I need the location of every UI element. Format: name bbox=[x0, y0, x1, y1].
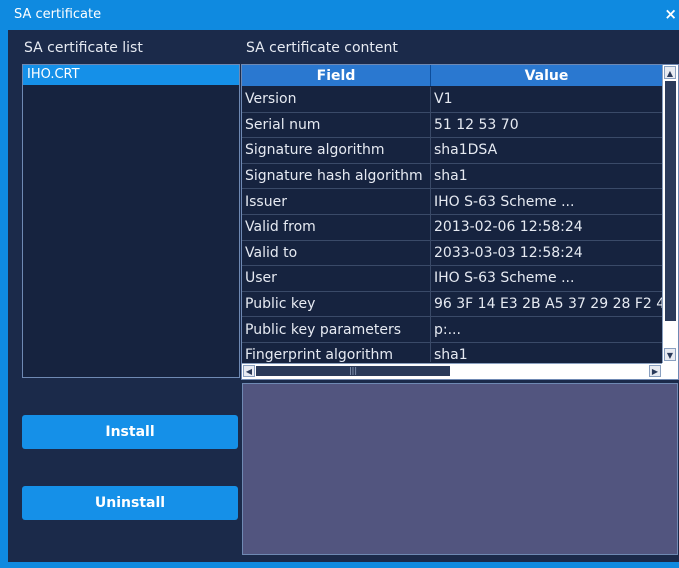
field-cell: Version bbox=[242, 87, 431, 112]
field-cell: Valid from bbox=[242, 214, 431, 240]
certificate-list[interactable]: IHO.CRT bbox=[22, 64, 240, 378]
scroll-down-arrow-icon[interactable]: ▼ bbox=[664, 348, 676, 361]
value-cell: 2033-03-03 12:58:24 bbox=[434, 244, 583, 261]
horizontal-scroll-thumb[interactable]: ||| bbox=[256, 366, 450, 376]
horizontal-scrollbar[interactable]: ◀ ||| ▶ bbox=[242, 363, 662, 379]
table-row[interactable]: Signature algorithm sha1DSA bbox=[242, 138, 662, 164]
scroll-right-arrow-icon[interactable]: ▶ bbox=[649, 365, 661, 377]
table-row[interactable]: Public key parameters p:... bbox=[242, 317, 662, 343]
table-row[interactable]: Serial num 51 12 53 70 bbox=[242, 112, 662, 139]
title-bar: SA certificate × bbox=[0, 0, 679, 30]
field-cell: Public key parameters bbox=[242, 317, 431, 342]
field-cell: User bbox=[242, 266, 431, 291]
value-cell: p:... bbox=[434, 321, 461, 338]
close-icon[interactable]: × bbox=[664, 5, 677, 23]
list-item-iho-crt[interactable]: IHO.CRT bbox=[23, 65, 239, 85]
table-row[interactable]: Valid from 2013-02-06 12:58:24 bbox=[242, 214, 662, 241]
dialog-body: SA certificate list SA certificate conte… bbox=[8, 30, 679, 562]
table-row[interactable]: Version V1 bbox=[242, 87, 662, 113]
table-row[interactable]: Public key 96 3F 14 E3 2B A5 37 29 28 F2 … bbox=[242, 291, 662, 318]
scroll-up-arrow-icon[interactable]: ▲ bbox=[664, 66, 676, 79]
window-title: SA certificate bbox=[14, 7, 102, 22]
table-row[interactable]: Signature hash algorithm sha1 bbox=[242, 163, 662, 190]
vertical-scroll-thumb[interactable] bbox=[665, 81, 676, 321]
table-row[interactable]: Valid to 2033-03-03 12:58:24 bbox=[242, 240, 662, 267]
table-row[interactable]: Fingerprint algorithm sha1 bbox=[242, 342, 662, 362]
scrollbar-corner bbox=[662, 363, 678, 379]
value-cell: 2013-02-06 12:58:24 bbox=[434, 219, 583, 236]
field-cell: Signature algorithm bbox=[242, 138, 431, 163]
value-cell: sha1 bbox=[434, 347, 468, 362]
table-header: Field Value bbox=[242, 65, 662, 86]
field-cell: Valid to bbox=[242, 240, 431, 266]
field-cell: Issuer bbox=[242, 189, 431, 214]
certificate-detail-panel bbox=[242, 383, 678, 555]
certificate-content-table: Field Value Version V1 Serial num 51 12 53 … bbox=[241, 64, 679, 380]
install-button[interactable]: Install bbox=[22, 415, 238, 449]
value-cell: sha1DSA bbox=[434, 142, 498, 159]
value-cell: IHO S-63 Scheme ... bbox=[434, 270, 575, 287]
column-header-value[interactable]: Value bbox=[431, 65, 662, 86]
value-cell: 96 3F 14 E3 2B A5 37 29 28 F2 4... bbox=[434, 296, 662, 313]
vertical-scrollbar[interactable]: ▲ ▼ bbox=[662, 65, 678, 363]
field-cell: Fingerprint algorithm bbox=[242, 342, 431, 362]
field-cell: Serial num bbox=[242, 112, 431, 138]
value-cell: sha1 bbox=[434, 168, 468, 185]
column-header-field[interactable]: Field bbox=[242, 65, 431, 86]
sa-certificate-window: SA certificate × SA certificate list SA … bbox=[0, 0, 679, 568]
certificate-content-label: SA certificate content bbox=[246, 40, 398, 56]
table-body: Version V1 Serial num 51 12 53 70 Signature … bbox=[242, 87, 662, 362]
value-cell: IHO S-63 Scheme ... bbox=[434, 193, 575, 210]
value-cell: 51 12 53 70 bbox=[434, 116, 519, 133]
field-cell: Signature hash algorithm bbox=[242, 163, 431, 189]
value-cell: V1 bbox=[434, 91, 453, 108]
field-cell: Public key bbox=[242, 291, 431, 317]
scroll-left-arrow-icon[interactable]: ◀ bbox=[243, 365, 255, 377]
certificate-list-label: SA certificate list bbox=[24, 40, 143, 56]
table-row[interactable]: User IHO S-63 Scheme ... bbox=[242, 266, 662, 292]
table-row[interactable]: Issuer IHO S-63 Scheme ... bbox=[242, 189, 662, 215]
uninstall-button[interactable]: Uninstall bbox=[22, 486, 238, 520]
